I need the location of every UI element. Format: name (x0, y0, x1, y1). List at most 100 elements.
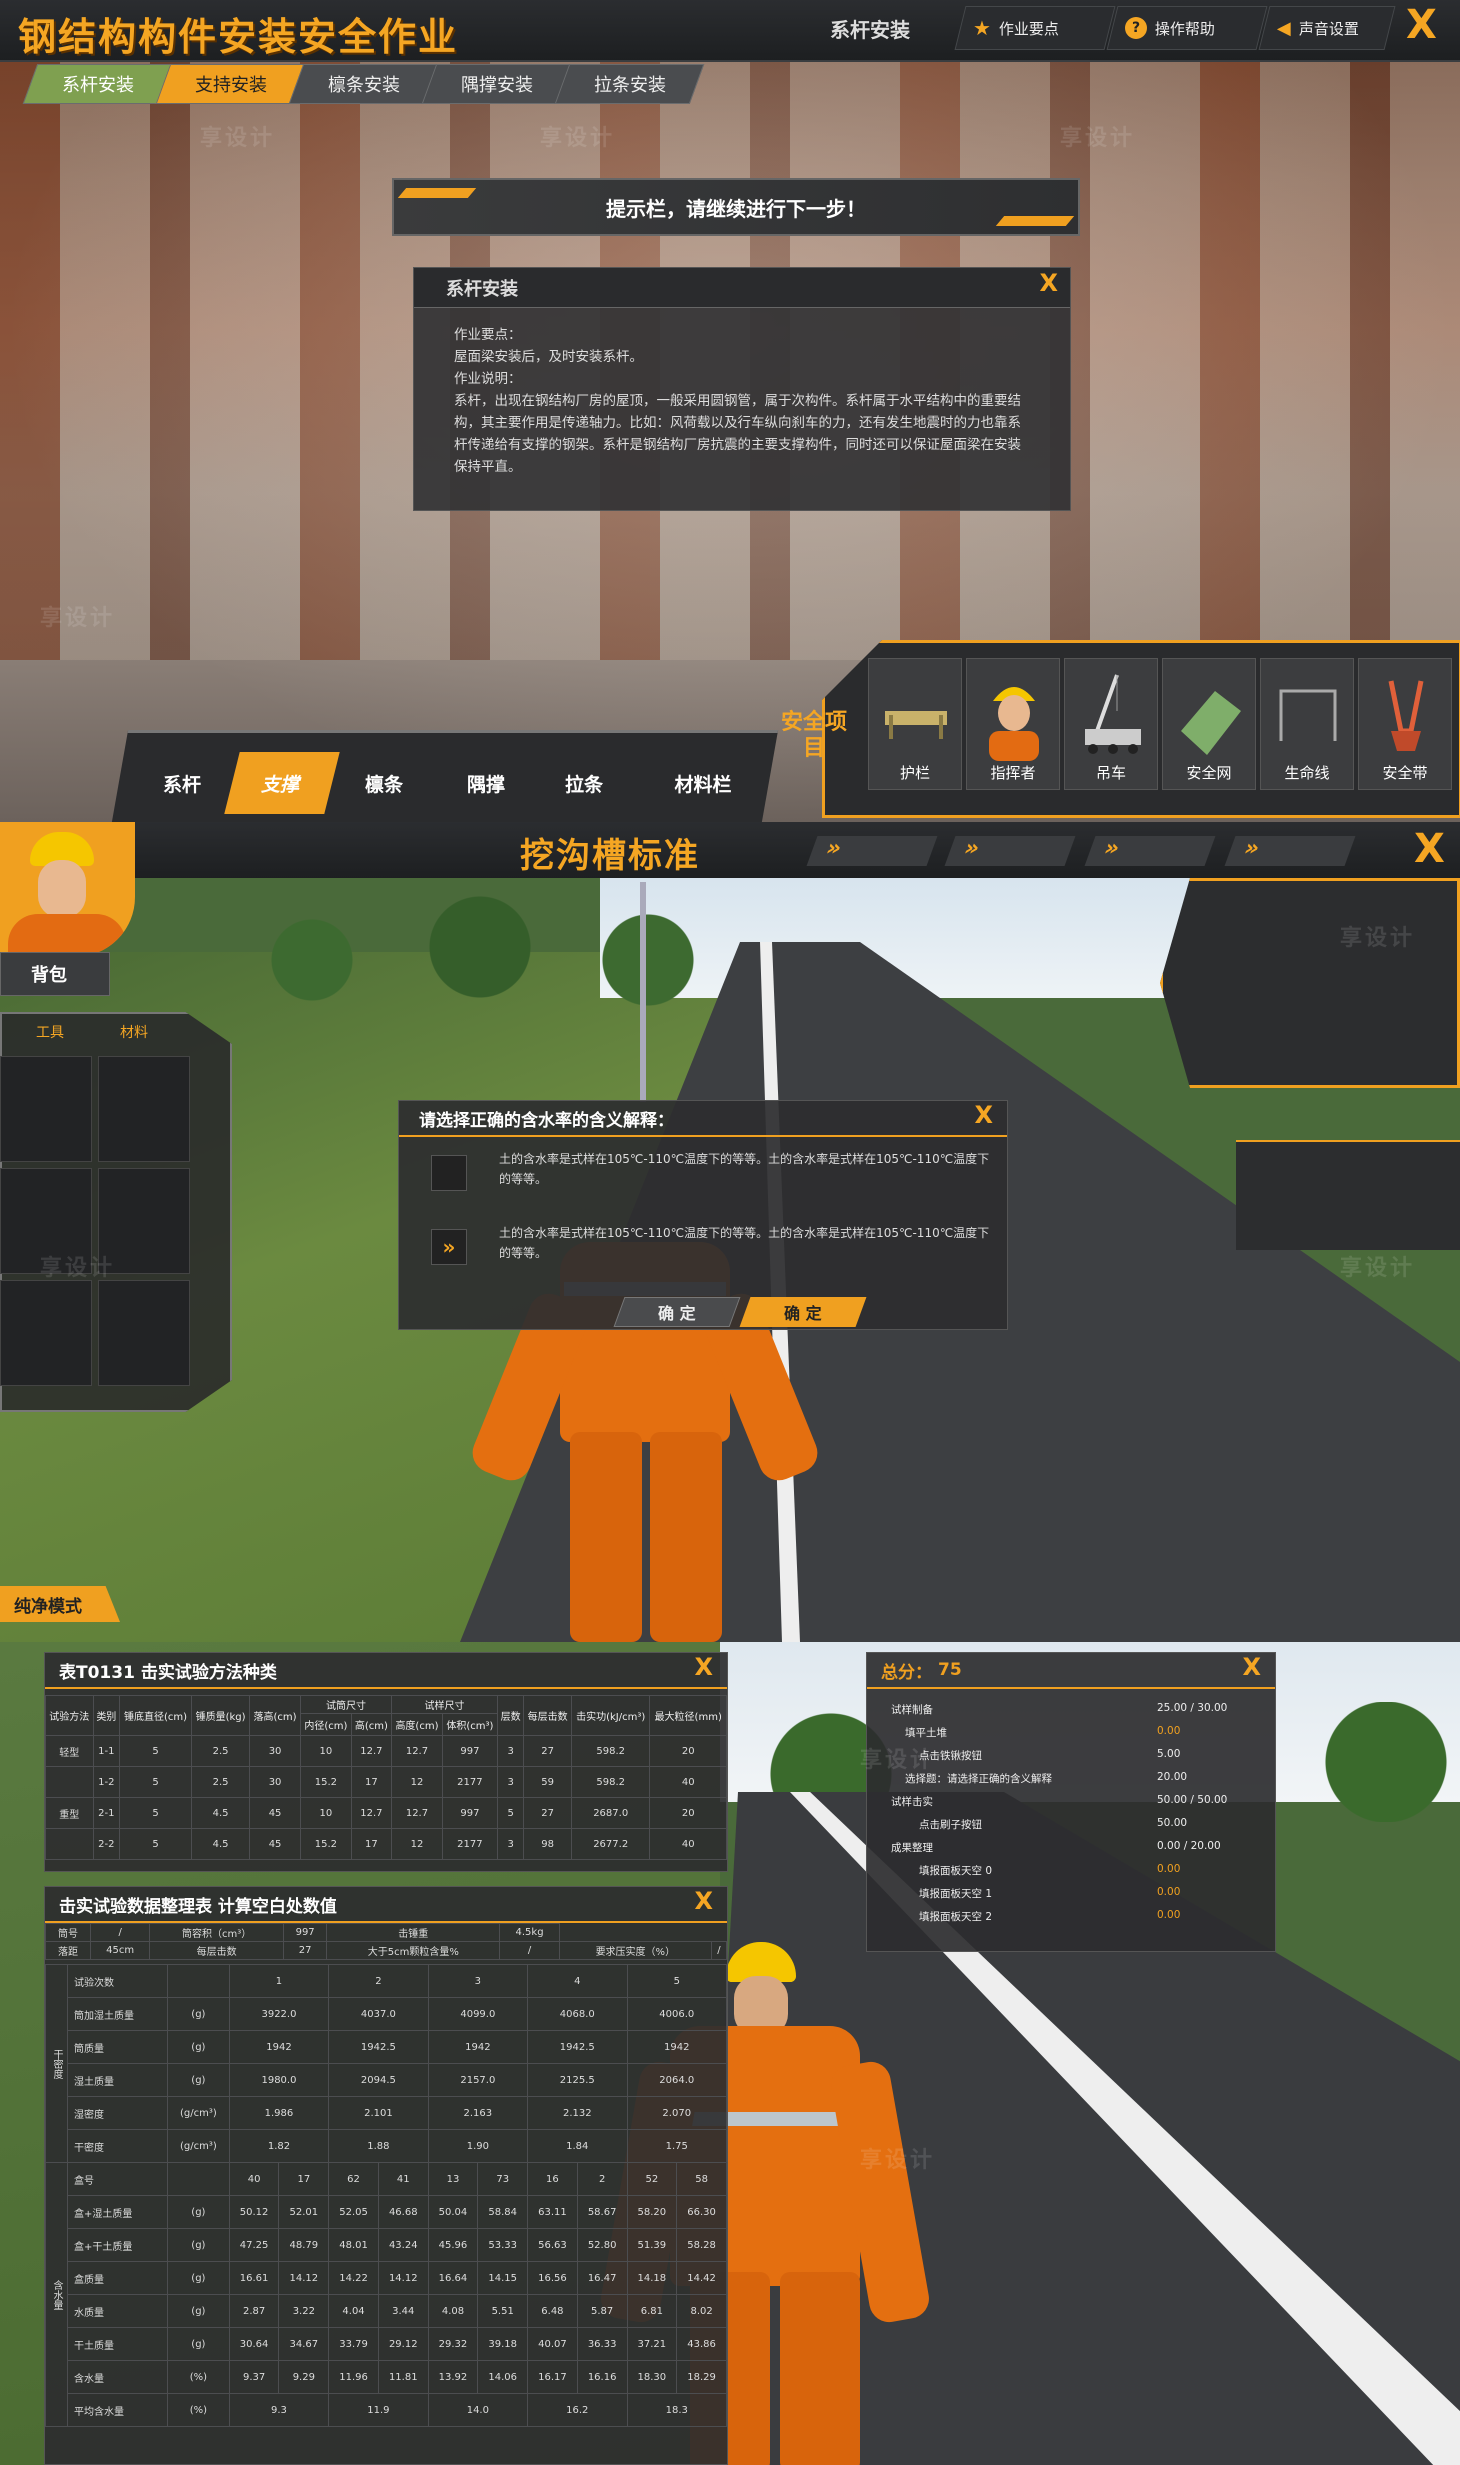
table-cell[interactable]: 1980.0 (228, 2063, 330, 2097)
table-cell[interactable]: 13.92 (427, 2360, 479, 2394)
table-cell[interactable]: 43.24 (377, 2228, 429, 2262)
table-cell[interactable]: 1.88 (328, 2129, 429, 2163)
table-cell[interactable]: 48.01 (328, 2228, 379, 2262)
material-support[interactable]: 支撑 (224, 752, 340, 814)
safety-item-guardrail[interactable]: 护栏 (868, 658, 962, 790)
quiz-option-1[interactable]: 土的含水率是式样在105℃-110℃温度下的等等。土的含水率是式样在105℃-1… (419, 1145, 999, 1201)
table-cell[interactable]: 5 (626, 1964, 727, 1998)
safety-item-safety-net[interactable]: 安全网 (1162, 658, 1256, 790)
table-cell[interactable]: 1942.5 (328, 2030, 429, 2064)
table-cell[interactable]: 16.2 (527, 2393, 628, 2427)
option-checkbox[interactable] (431, 1155, 467, 1191)
table-cell[interactable]: 73 (477, 2162, 529, 2196)
table-cell[interactable]: 36.33 (576, 2327, 628, 2361)
table-cell[interactable]: 41 (377, 2162, 429, 2196)
table-cell[interactable]: 29.12 (377, 2327, 429, 2361)
table-cell[interactable]: 58.84 (477, 2195, 529, 2229)
table-cell[interactable]: 14.06 (477, 2360, 529, 2394)
table-cell[interactable]: 3.44 (377, 2294, 429, 2328)
table-cell[interactable]: 16.17 (527, 2360, 578, 2394)
table-cell[interactable]: 9.37 (228, 2360, 280, 2394)
table-cell[interactable]: 16.61 (228, 2261, 280, 2295)
info-close-button[interactable]: X (1039, 269, 1058, 297)
table-cell[interactable]: 14.12 (278, 2261, 330, 2295)
close-button[interactable]: X (1406, 2, 1437, 48)
table-cell[interactable]: 29.32 (427, 2327, 479, 2361)
table-cell[interactable]: 3 (427, 1964, 529, 1998)
table-cell[interactable]: 6.81 (626, 2294, 678, 2328)
table-cell[interactable]: 4099.0 (427, 1997, 529, 2031)
table-cell[interactable]: 37.21 (626, 2327, 678, 2361)
table-cell[interactable]: 16.47 (576, 2261, 628, 2295)
table-cell[interactable]: 11.81 (377, 2360, 429, 2394)
bag-slot[interactable] (0, 1056, 92, 1162)
table-cell[interactable]: 9.29 (278, 2360, 330, 2394)
table-cell[interactable]: 58.20 (626, 2195, 678, 2229)
table-cell[interactable]: 9.3 (228, 2393, 330, 2427)
table-cell[interactable]: 4.08 (427, 2294, 479, 2328)
table-cell[interactable]: 51.39 (626, 2228, 678, 2262)
table-cell[interactable]: 50.04 (427, 2195, 479, 2229)
table-cell[interactable]: 14.18 (626, 2261, 678, 2295)
tab-support[interactable]: 支持安装 (155, 64, 306, 104)
close-button[interactable]: X (1414, 826, 1445, 872)
table-cell[interactable]: 48.79 (278, 2228, 330, 2262)
safety-item-crane[interactable]: 吊车 (1064, 658, 1158, 790)
table-cell[interactable]: 18.29 (676, 2360, 727, 2394)
table-cell[interactable]: 52.80 (576, 2228, 628, 2262)
table-cell[interactable]: 16.56 (527, 2261, 578, 2295)
tab-pull-rod[interactable]: 拉条安装 (554, 64, 705, 104)
table-cell[interactable]: 14.42 (676, 2261, 727, 2295)
table-cell[interactable]: 14.15 (477, 2261, 529, 2295)
table-cell[interactable]: 3922.0 (228, 1997, 330, 2031)
table-cell[interactable]: 40.07 (527, 2327, 578, 2361)
table-cell[interactable]: 4006.0 (626, 1997, 727, 2031)
table-cell[interactable]: 58.28 (676, 2228, 727, 2262)
safety-item-commander[interactable]: 指挥者 (966, 658, 1060, 790)
table-cell[interactable]: 2.163 (427, 2096, 529, 2130)
table-cell[interactable]: 2.87 (228, 2294, 280, 2328)
table-cell[interactable]: 18.3 (626, 2393, 727, 2427)
table-cell[interactable]: 62 (328, 2162, 379, 2196)
table-cell[interactable]: 5.87 (576, 2294, 628, 2328)
table-cell[interactable]: 13 (427, 2162, 479, 2196)
table-cell[interactable]: 46.68 (377, 2195, 429, 2229)
table-cell[interactable]: 33.79 (328, 2327, 379, 2361)
confirm-button-active[interactable]: 确 定 (739, 1297, 867, 1327)
table-cell[interactable]: 4068.0 (527, 1997, 628, 2031)
table-cell[interactable]: 1.90 (427, 2129, 529, 2163)
table-cell[interactable]: 2.132 (527, 2096, 628, 2130)
table-cell[interactable]: 6.48 (527, 2294, 578, 2328)
table-cell[interactable]: 34.67 (278, 2327, 330, 2361)
table-cell[interactable]: 50.12 (228, 2195, 280, 2229)
panel-close-button[interactable]: X (694, 1887, 713, 1915)
option-checkbox[interactable]: » (431, 1229, 467, 1265)
tab-materials[interactable]: 材料 (120, 1022, 148, 1042)
safety-item-lifeline[interactable]: 生命线 (1260, 658, 1354, 790)
table-cell[interactable]: 3.22 (278, 2294, 330, 2328)
safety-item-harness[interactable]: 安全带 (1358, 658, 1452, 790)
table-cell[interactable]: 2064.0 (626, 2063, 727, 2097)
bag-slot[interactable] (98, 1280, 190, 1386)
table-cell[interactable]: 16.64 (427, 2261, 479, 2295)
table-cell[interactable]: 52 (626, 2162, 678, 2196)
nav-arrow[interactable]: » (1224, 836, 1356, 866)
table-cell[interactable]: 2094.5 (328, 2063, 429, 2097)
table-cell[interactable]: 14.12 (377, 2261, 429, 2295)
table-cell[interactable]: 2 (328, 1964, 429, 1998)
quiz-close-button[interactable]: X (974, 1101, 993, 1129)
table-cell[interactable]: 63.11 (527, 2195, 578, 2229)
table-cell[interactable]: 2125.5 (527, 2063, 628, 2097)
table-cell[interactable]: 4.04 (328, 2294, 379, 2328)
table-cell[interactable]: 17 (278, 2162, 330, 2196)
table-cell[interactable]: 1942.5 (527, 2030, 628, 2064)
table-cell[interactable]: 45.96 (427, 2228, 479, 2262)
table-cell[interactable]: 1942 (228, 2030, 330, 2064)
table-cell[interactable]: 2.101 (328, 2096, 429, 2130)
table-cell[interactable]: 66.30 (676, 2195, 727, 2229)
tab-purlin[interactable]: 檩条安装 (288, 64, 439, 104)
table-cell[interactable]: 47.25 (228, 2228, 280, 2262)
table-cell[interactable]: 1 (228, 1964, 330, 1998)
table-cell[interactable]: 4 (527, 1964, 628, 1998)
table-cell[interactable]: 14.22 (328, 2261, 379, 2295)
